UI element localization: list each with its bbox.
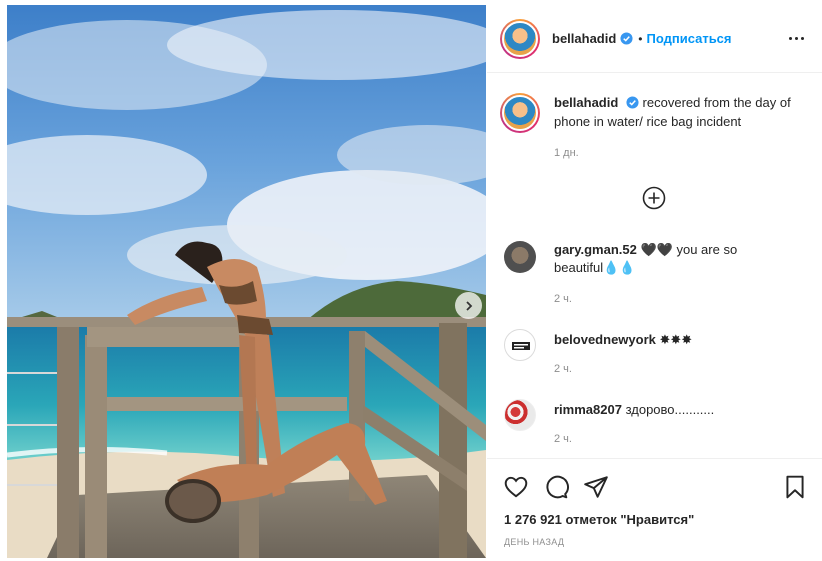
comment-avatar[interactable] (504, 329, 536, 361)
follow-button[interactable]: Подписаться (647, 31, 732, 46)
more-options-icon[interactable] (789, 31, 805, 45)
beach-photo-illustration (7, 5, 486, 558)
posted-ago[interactable]: ДЕНЬ НАЗАД (504, 537, 564, 547)
bookmark-icon[interactable] (782, 474, 808, 500)
comment-username[interactable]: gary.gman.52 (554, 242, 637, 257)
verified-badge-icon (626, 96, 639, 109)
heart-icon[interactable] (503, 474, 529, 500)
comment-text: здорово........... (625, 402, 715, 417)
comment-username[interactable]: rimma8207 (554, 402, 622, 417)
next-photo-icon (465, 300, 472, 311)
add-comment-icon[interactable] (642, 186, 666, 210)
comment-avatar[interactable] (504, 241, 536, 273)
next-photo-button[interactable] (455, 292, 482, 319)
comment-username[interactable]: belovednewyork (554, 332, 656, 347)
header-separator: • (638, 31, 643, 46)
instagram-post-view: bellahadid • Подписаться bellahadid reco… (0, 0, 822, 561)
comment-time[interactable]: 2 ч. (554, 433, 572, 445)
comment-time[interactable]: 2 ч. (554, 293, 572, 305)
comment-avatar[interactable] (504, 399, 536, 431)
post-actions: 1 276 921 отметок "Нравится" ДЕНЬ НАЗАД (487, 458, 822, 558)
comment-icon[interactable] (543, 474, 569, 500)
post-photo[interactable] (7, 5, 486, 558)
verified-badge-icon (620, 32, 633, 45)
comment-time[interactable]: 2 ч. (554, 363, 572, 375)
caption-username[interactable]: bellahadid (554, 95, 618, 110)
likes-count[interactable]: 1 276 921 отметок "Нравится" (504, 512, 694, 527)
author-username[interactable]: bellahadid (552, 31, 616, 46)
share-icon[interactable] (583, 474, 609, 500)
author-avatar[interactable] (500, 18, 540, 59)
post-side-panel: bellahadid • Подписаться bellahadid reco… (487, 5, 822, 558)
post-header: bellahadid • Подписаться (487, 5, 822, 73)
comment-text: ✸✸✸ (659, 332, 693, 347)
caption: bellahadid recovered from the day of pho… (500, 93, 812, 159)
caption-time[interactable]: 1 дн. (554, 147, 812, 159)
caption-avatar[interactable] (500, 93, 540, 133)
